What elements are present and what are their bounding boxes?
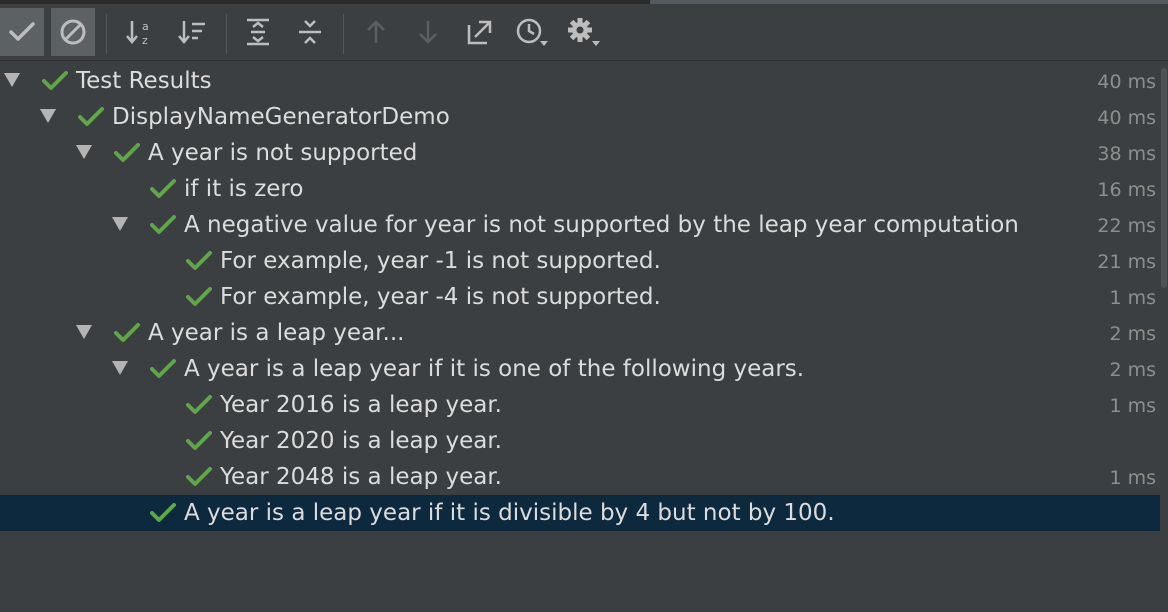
tree-row[interactable]: Year 2048 is a leap year. 1 ms xyxy=(0,459,1160,495)
gear-icon xyxy=(568,18,600,46)
tree-row[interactable]: A negative value for year is not support… xyxy=(0,207,1160,243)
expand-arrow-icon[interactable] xyxy=(76,325,92,339)
test-name: A negative value for year is not support… xyxy=(184,212,1019,238)
passed-check-icon xyxy=(186,285,212,309)
tree-row[interactable]: Year 2020 is a leap year. xyxy=(0,423,1160,459)
passed-check-icon xyxy=(150,177,176,201)
expand-all-button[interactable] xyxy=(236,8,280,56)
scrollbar-thumb[interactable] xyxy=(1161,68,1167,288)
export-icon xyxy=(467,20,492,45)
toolbar-separator xyxy=(106,14,107,54)
tree-row[interactable]: A year is a leap year if it is divisible… xyxy=(0,495,1160,531)
passed-check-icon xyxy=(186,429,212,453)
arrow-down-icon xyxy=(419,21,437,44)
tree-row[interactable]: if it is zero 16 ms xyxy=(0,171,1160,207)
expand-arrow-icon[interactable] xyxy=(112,361,128,375)
collapse-all-icon xyxy=(299,20,321,44)
tree-scrollbar[interactable] xyxy=(1160,62,1168,612)
test-duration: 40 ms xyxy=(1097,107,1156,129)
test-name: Test Results xyxy=(76,68,212,94)
test-name: For example, year -1 is not supported. xyxy=(220,248,661,274)
tree-row[interactable]: DisplayNameGeneratorDemo 40 ms xyxy=(0,99,1160,135)
test-name: A year is a leap year if it is one of th… xyxy=(184,356,805,382)
arrow-up-icon xyxy=(367,20,385,43)
test-duration: 2 ms xyxy=(1109,323,1156,345)
tree-row[interactable]: A year is not supported 38 ms xyxy=(0,135,1160,171)
export-results-button[interactable] xyxy=(458,8,502,56)
expand-arrow-icon[interactable] xyxy=(112,217,128,231)
passed-check-icon xyxy=(114,141,140,165)
passed-check-icon xyxy=(114,321,140,345)
passed-check-icon xyxy=(186,465,212,489)
next-failed-button[interactable] xyxy=(406,8,450,56)
passed-check-icon xyxy=(42,69,68,93)
show-passed-button[interactable] xyxy=(0,8,44,56)
toolbar-separator xyxy=(226,14,227,54)
collapse-all-button[interactable] xyxy=(288,8,332,56)
expand-arrow-icon[interactable] xyxy=(40,109,56,123)
tree-row[interactable]: For example, year -4 is not supported. 1 … xyxy=(0,279,1160,315)
sort-duration-icon xyxy=(178,21,205,44)
sort-by-duration-button[interactable] xyxy=(170,8,214,56)
tree-row[interactable]: A year is a leap year... 2 ms xyxy=(0,315,1160,351)
test-name: Year 2020 is a leap year. xyxy=(220,428,502,454)
tree-row[interactable]: For example, year -1 is not supported. 21… xyxy=(0,243,1160,279)
test-duration: 1 ms xyxy=(1109,395,1156,417)
expand-arrow-icon[interactable] xyxy=(76,145,92,159)
tree-row[interactable]: Year 2016 is a leap year. 1 ms xyxy=(0,387,1160,423)
test-duration: 1 ms xyxy=(1109,287,1156,309)
test-name: Year 2016 is a leap year. xyxy=(220,392,502,418)
history-clock-icon xyxy=(516,18,548,46)
previous-failed-button[interactable] xyxy=(354,8,398,56)
test-duration: 21 ms xyxy=(1097,251,1156,273)
test-duration: 2 ms xyxy=(1109,359,1156,381)
test-runner-toolbar: a z xyxy=(0,4,1168,61)
passed-check-icon xyxy=(186,249,212,273)
test-results-tree: Test Results 40 ms DisplayNameGeneratorDem… xyxy=(0,63,1160,612)
test-name: For example, year -4 is not supported. xyxy=(220,284,661,310)
ignored-icon xyxy=(60,19,86,45)
test-duration: 1 ms xyxy=(1109,467,1156,489)
expand-all-icon xyxy=(247,18,269,46)
sort-alpha-icon: a z xyxy=(126,20,149,47)
tree-root-row[interactable]: Test Results 40 ms xyxy=(0,63,1160,99)
svg-text:a: a xyxy=(142,20,149,33)
test-name: DisplayNameGeneratorDemo xyxy=(112,104,450,130)
expand-arrow-icon[interactable] xyxy=(4,73,20,87)
passed-check-icon xyxy=(150,501,176,525)
show-ignored-button[interactable] xyxy=(51,8,95,56)
test-duration: 16 ms xyxy=(1097,179,1156,201)
passed-check-icon xyxy=(150,357,176,381)
sort-alphabetically-button[interactable]: a z xyxy=(118,8,162,56)
toolbar-separator xyxy=(343,14,344,54)
test-duration: 40 ms xyxy=(1097,71,1156,93)
test-duration: 38 ms xyxy=(1097,143,1156,165)
tree-row[interactable]: A year is a leap year if it is one of th… xyxy=(0,351,1160,387)
settings-button[interactable] xyxy=(562,8,606,56)
test-name: if it is zero xyxy=(184,176,304,202)
passed-check-icon xyxy=(150,213,176,237)
passed-check-icon xyxy=(78,105,104,129)
test-name: A year is a leap year... xyxy=(148,320,405,346)
test-name: A year is a leap year if it is divisible… xyxy=(184,500,835,526)
svg-text:z: z xyxy=(142,34,148,47)
test-duration: 22 ms xyxy=(1097,215,1156,237)
test-name: Year 2048 is a leap year. xyxy=(220,464,502,490)
passed-check-icon xyxy=(186,393,212,417)
test-history-button[interactable] xyxy=(510,8,554,56)
check-icon xyxy=(9,22,35,41)
test-name: A year is not supported xyxy=(148,140,418,166)
